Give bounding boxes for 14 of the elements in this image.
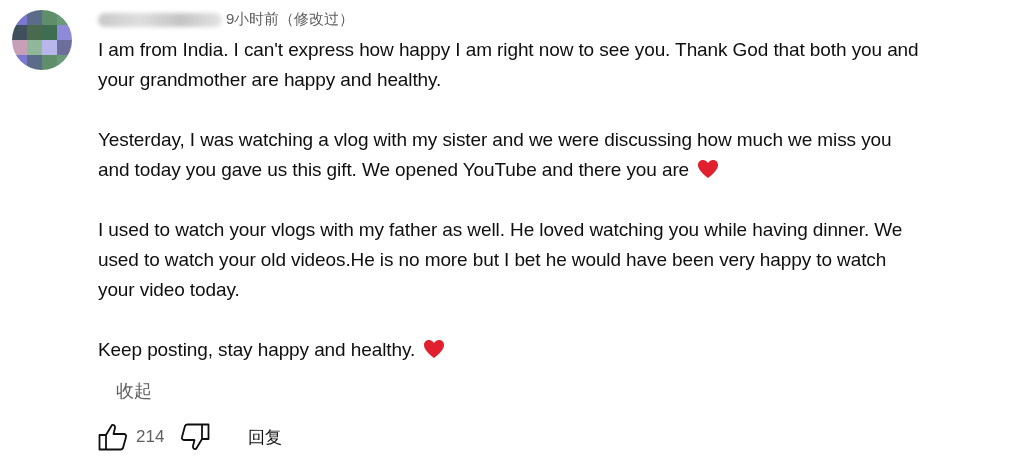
reply-button[interactable]: 回复 [248,425,283,449]
heart-icon [697,159,720,179]
dislike-button[interactable] [180,423,211,451]
like-count: 214 [136,427,165,447]
thumbs-up-icon [98,423,128,451]
comment-paragraph: Yesterday, I was watching a vlog with my sister and we were discussing how much we miss you and today you gave us this gift. We opened YouTube and there you are [98,128,893,182]
comment-paragraph: I am from India. I can't express how happy I am right now to see you. Thank God that both you and your grandmother are happy and healthy. [98,38,920,92]
thumbs-down-icon [180,423,211,451]
heart-icon [423,339,446,359]
collapse-link[interactable]: 收起 [116,379,152,403]
comment-time: 9小时前（修改过） [226,10,355,29]
comment-paragraph: Keep posting, stay happy and healthy. [98,335,1001,365]
like-button[interactable] [98,423,128,451]
comment-paragraph: I used to watch your vlogs with my father as well. He loved watching you while having dinner. We used to watch your old videos.He is no more but I bet he would have been very happy to watch your video today. [98,218,904,302]
